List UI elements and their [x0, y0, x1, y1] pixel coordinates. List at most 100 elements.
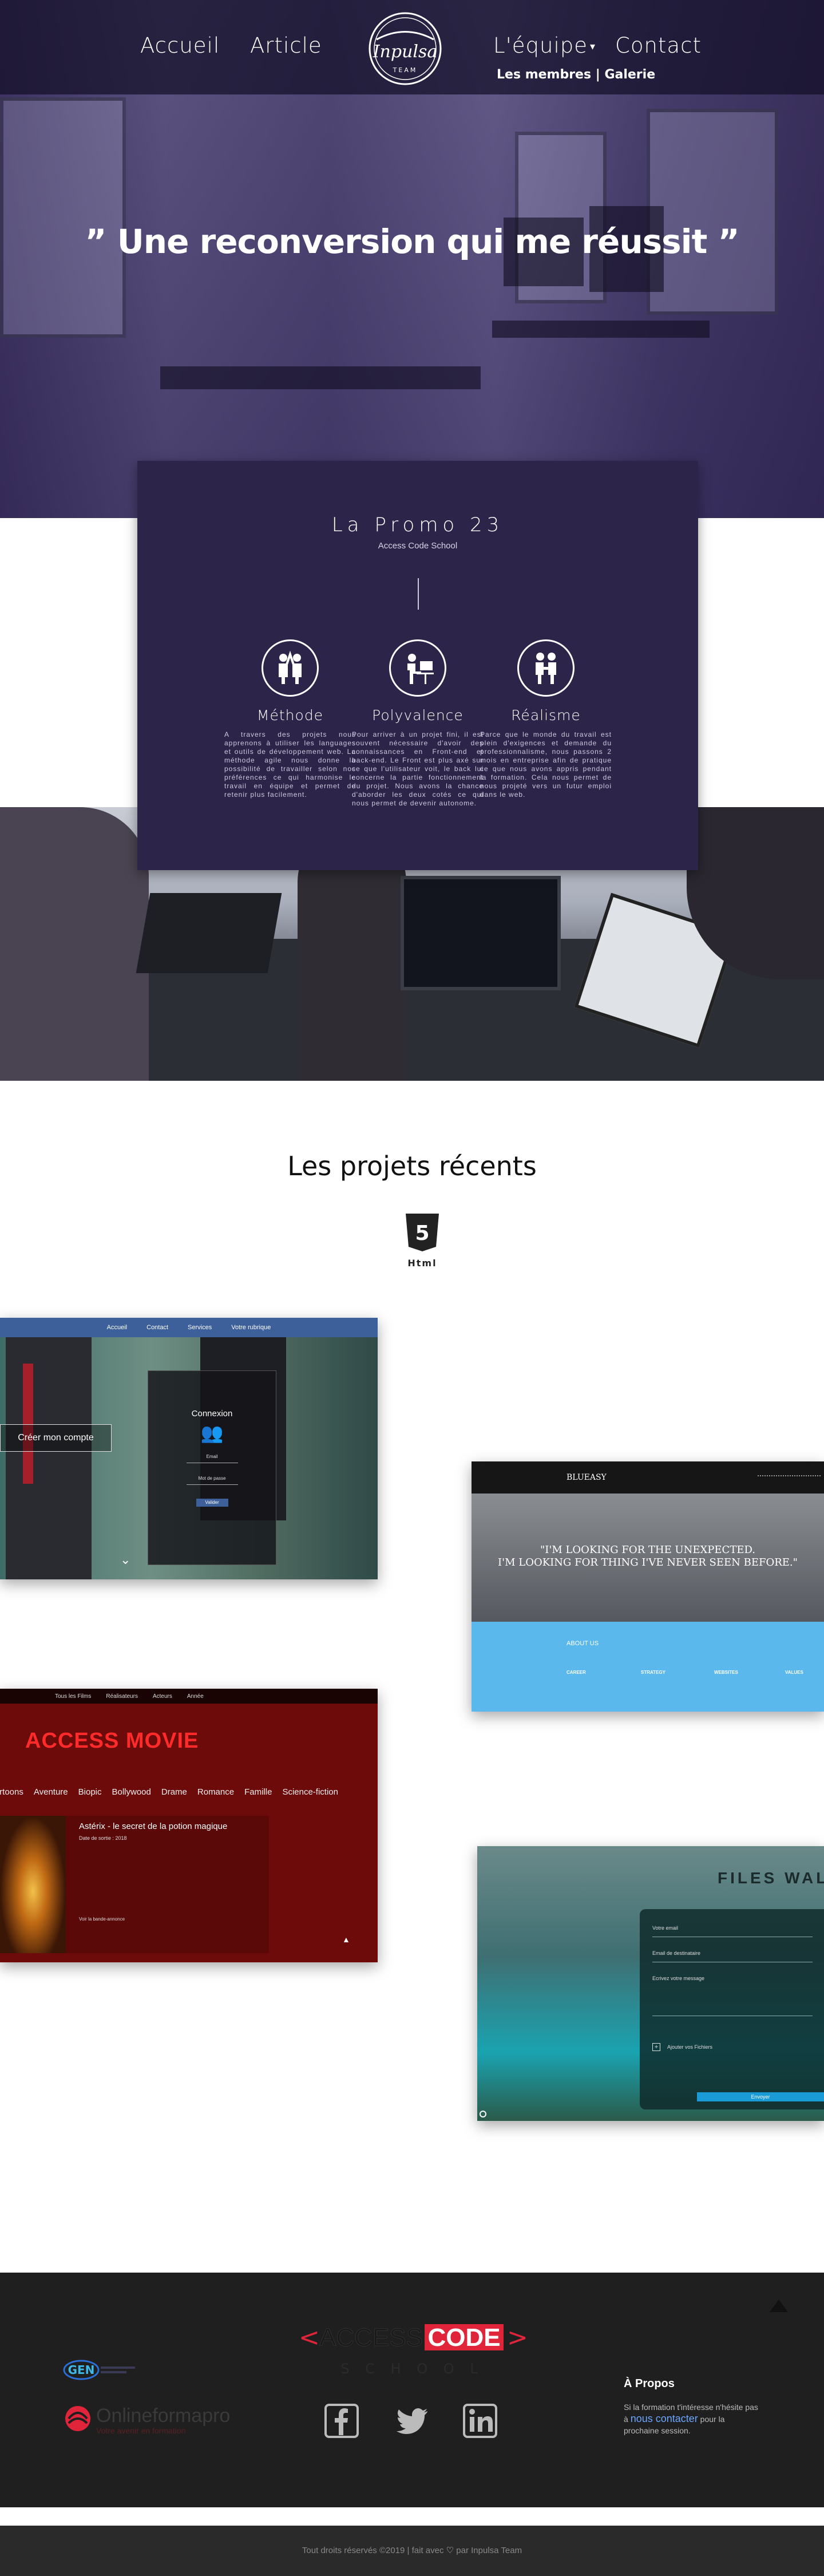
shot3-genre[interactable]: Romance	[197, 1787, 234, 1797]
logo-team: TEAM	[393, 66, 418, 74]
linkedin-icon[interactable]	[462, 2403, 498, 2439]
shot3-genre[interactable]: Drame	[161, 1787, 187, 1797]
gen-logo[interactable]: GEN	[63, 2353, 154, 2387]
photo-laptop-screen	[401, 876, 561, 990]
shot2-about-title: ABOUT US	[566, 1640, 599, 1647]
shot1-nav-item[interactable]: Accueil	[107, 1324, 127, 1331]
onlineformapro-logo[interactable]: Onlineformapro Votre avenir en formation	[63, 2401, 246, 2441]
project-screenshot-3[interactable]: Tous les Films Réalisateurs Acteurs Anné…	[0, 1689, 378, 1962]
nav-contact[interactable]: Contact	[615, 33, 702, 58]
shot2-header: BLUEASY	[472, 1461, 824, 1494]
shot3-genre[interactable]: Famille	[244, 1787, 272, 1797]
shot3-read-more[interactable]: Voir la bande-annonce	[79, 1917, 125, 1922]
html5-label: Html	[407, 1258, 437, 1269]
scroll-top-icon[interactable]	[770, 2300, 788, 2312]
shot1-nav-item[interactable]: Contact	[146, 1324, 168, 1331]
shot4-field[interactable]: Ecrivez votre message	[652, 1976, 813, 2016]
caret-down-icon: ▾	[590, 41, 596, 53]
shot3-movie-title: Astérix - le secret de la potion magique	[79, 1822, 228, 1831]
shot3-nav-item[interactable]: Tous les Films	[55, 1693, 91, 1700]
shot1-nav-item[interactable]: Services	[188, 1324, 212, 1331]
projects-title: Les projets récents	[287, 1151, 537, 1182]
hero-window	[647, 109, 778, 315]
shot2-about: ABOUT US CAREER STRATEGY WEBSITES VALUES	[472, 1622, 824, 1712]
nav-article[interactable]: Article	[250, 33, 322, 58]
shot3-genre[interactable]: Aventure	[34, 1787, 68, 1797]
nav-submenu: Les membres | Galerie	[497, 68, 655, 82]
logo-text: Inpulsa	[373, 42, 438, 62]
about-text: Si la formation t'intéresse n'hésite pas…	[624, 2401, 761, 2436]
shot3-logo: ACCESS MOVIE	[25, 1729, 199, 1753]
shot2-col: VALUES	[785, 1670, 803, 1675]
shot4-footer-icon[interactable]	[480, 2111, 486, 2117]
shot1-submit-button[interactable]: Valider	[196, 1499, 228, 1507]
shot2-brand: BLUEASY	[566, 1473, 607, 1482]
inpulsa-logo[interactable]: Inpulsa TEAM	[359, 8, 451, 89]
promo-title: La Promo 23	[331, 513, 504, 536]
contact-link[interactable]: nous contacter	[631, 2413, 698, 2424]
shot1-create-button[interactable]: Créer mon compte	[0, 1424, 112, 1452]
shot1-password-label: Mot de passe	[198, 1476, 226, 1481]
copyright-text-2: par Inpulsa Team	[454, 2546, 522, 2555]
plus-icon[interactable]: +	[652, 2043, 660, 2051]
shot3-nav-item[interactable]: Année	[187, 1693, 204, 1700]
nav-sub-galerie[interactable]: Galerie	[604, 68, 655, 82]
shot1-navbar: Accueil Contact Services Votre rubrique	[0, 1318, 378, 1337]
shot3-genre[interactable]: Science-fiction	[282, 1787, 338, 1797]
html5-icon: 5 Html	[406, 1214, 439, 1269]
school-text: S C H O O L	[340, 2361, 483, 2377]
shot4-form: Votre email Email de destinataire Ecrive…	[640, 1909, 824, 2109]
project-screenshot-2[interactable]: BLUEASY "I'M LOOKING FOR THE UNEXPECTED.…	[472, 1461, 824, 1712]
html5-number: 5	[415, 1222, 429, 1245]
arrow-up-icon[interactable]: ▲	[342, 1935, 350, 1944]
photo-person	[0, 807, 149, 1081]
feature-realisme: Réalisme Parce que le monde du travail e…	[480, 639, 612, 799]
copyright-text-1: Tout droits réservés ©2019 | fait avec	[302, 2546, 446, 2555]
shot2-quote-1: "I'M LOOKING FOR THE UNEXPECTED.	[540, 1544, 755, 1556]
nav-equipe[interactable]: L'équipe ▾	[493, 33, 596, 58]
shot1-password-input[interactable]	[186, 1484, 238, 1485]
shot4-title: FILES WALK	[718, 1869, 824, 1887]
shot2-col: STRATEGY	[641, 1670, 665, 1675]
users-icon: 👥	[200, 1423, 224, 1443]
shot3-navbar: Tous les Films Réalisateurs Acteurs Anné…	[0, 1689, 378, 1704]
shot4-add-files[interactable]: Ajouter vos Fichiers	[667, 2044, 712, 2050]
feature-title: Réalisme	[511, 707, 581, 724]
shot2-quote-2: I'M LOOKING FOR THING I'VE NEVER SEEN BE…	[498, 1556, 798, 1568]
shot4-field[interactable]: Votre email	[652, 1925, 813, 1937]
shot2-hero: "I'M LOOKING FOR THE UNEXPECTED. I'M LOO…	[472, 1494, 824, 1622]
hero-desk	[160, 366, 481, 389]
hero-title: ” Une reconversion qui me réussit ”	[85, 222, 739, 261]
heart-icon: ♡	[446, 2546, 454, 2555]
shot3-nav-item[interactable]: Réalisateurs	[106, 1693, 138, 1700]
shot4-send-button[interactable]: Envoyer	[697, 2092, 824, 2101]
navbar: Accueil Article Inpulsa TEAM L'équipe ▾ C…	[0, 0, 824, 94]
shot3-movie-meta: Date de sortie : 2018	[79, 1835, 127, 1841]
nav-sub-separator: |	[591, 68, 605, 82]
shot3-genre[interactable]: Biopic	[78, 1787, 102, 1797]
shot3-nav-item[interactable]: Acteurs	[153, 1693, 172, 1700]
shot3-genre[interactable]: Bollywood	[112, 1787, 151, 1797]
feature-text: Parce que le monde du travail est plein …	[480, 730, 612, 799]
feature-text: Pour arriver à un projet fini, il est so…	[352, 730, 484, 807]
shot1-nav-item[interactable]: Votre rubrique	[231, 1324, 271, 1331]
facebook-icon[interactable]	[324, 2403, 359, 2439]
shot3-genre[interactable]: Cartoons	[0, 1787, 23, 1797]
code-text: CODE	[427, 2324, 500, 2352]
shot2-nav	[758, 1475, 821, 1477]
shot4-field[interactable]: Email de destinataire	[652, 1950, 813, 1962]
shot3-genres: Cartoons Aventure Biopic Bollywood Drame…	[0, 1787, 378, 1797]
shot3-poster	[0, 1816, 66, 1953]
shot1-email-label: Email	[206, 1454, 218, 1459]
project-screenshot-4[interactable]: FILES WALK Votre email Email de destinat…	[477, 1846, 824, 2121]
promo-subtitle: Access Code School	[378, 541, 458, 551]
project-screenshot-1[interactable]: Accueil Contact Services Votre rubrique …	[0, 1318, 378, 1579]
shot1-person	[6, 1337, 92, 1579]
developer-icon	[389, 639, 446, 697]
nav-sub-membres[interactable]: Les membres	[497, 68, 591, 82]
shot3-movie-card[interactable]: Astérix - le secret de la potion magique…	[0, 1816, 269, 1953]
nav-accueil[interactable]: Accueil	[140, 33, 220, 58]
chevron-down-icon[interactable]: ⌄	[120, 1552, 130, 1567]
access-code-logo[interactable]: < ACCESS CODE > S C H O O L	[298, 2318, 526, 2381]
twitter-icon[interactable]	[394, 2403, 430, 2439]
